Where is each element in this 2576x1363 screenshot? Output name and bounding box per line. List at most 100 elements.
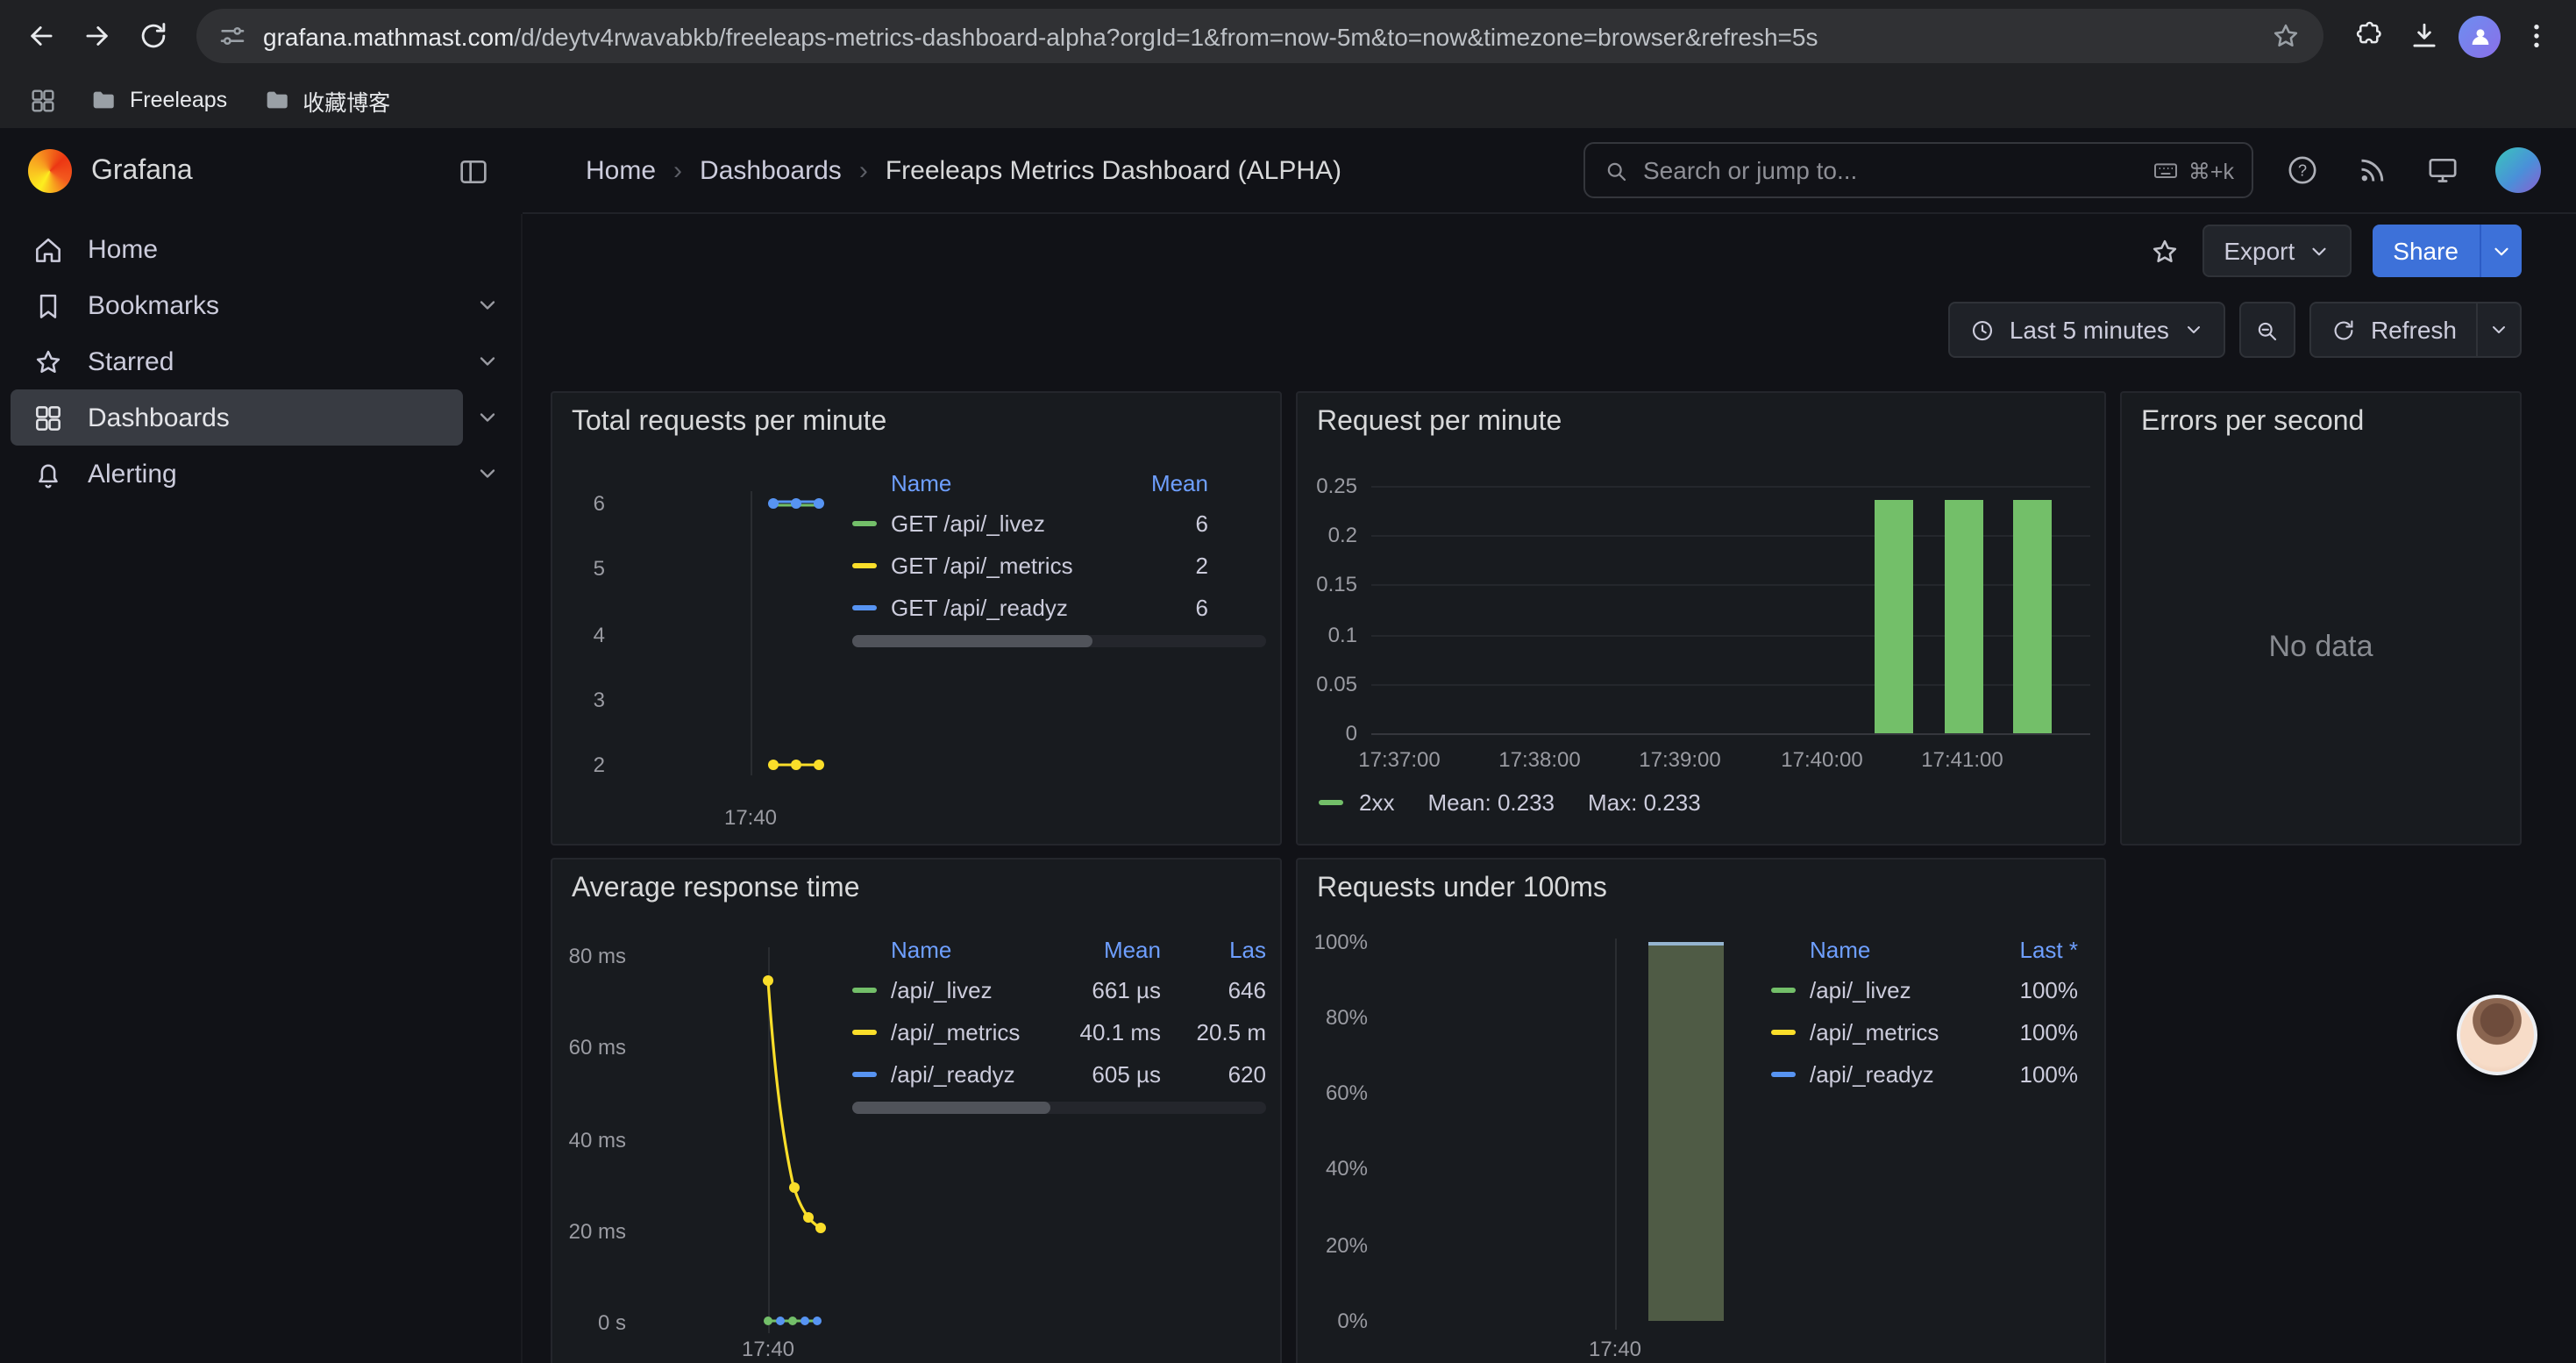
series-mean: Mean: 0.233 — [1427, 789, 1555, 816]
sidebar-row: Alerting — [0, 446, 521, 502]
chevron-down-icon[interactable] — [475, 293, 500, 318]
sidebar: Home Bookmarks Starred — [0, 214, 523, 1363]
time-range-picker[interactable]: Last 5 minutes — [1948, 302, 2225, 358]
bookmark-folder-freeleaps[interactable]: Freeleaps — [75, 79, 241, 121]
panel-request-per-minute: Request per minute 0.25 0.2 0.15 0.1 0.0… — [1296, 391, 2106, 846]
legend-row: GET /api/_metrics 2 — [852, 544, 1266, 586]
downloads-icon[interactable] — [2397, 10, 2450, 62]
panel-requests-under-100ms: Requests under 100ms 100% 80% 60% 40% 20… — [1296, 858, 2106, 1363]
y-tick: 0.15 — [1298, 572, 1357, 596]
share-button[interactable]: Share — [2372, 225, 2480, 277]
clock-icon — [1969, 317, 1996, 343]
legend: 2xx Mean: 0.233 Max: 0.233 — [1319, 789, 1701, 816]
dashboard-controls: Export Share — [551, 225, 2576, 277]
extensions-icon[interactable] — [2341, 10, 2394, 62]
sidebar-item-bookmarks[interactable]: Bookmarks — [11, 277, 463, 333]
legend-col-name[interactable]: Name — [891, 469, 1121, 496]
share-menu-button[interactable] — [2480, 225, 2522, 277]
bar-2xx[interactable] — [1945, 500, 1983, 733]
search-box[interactable]: ⌘+k — [1583, 142, 2253, 198]
series-name[interactable]: /api/_livez — [891, 976, 1056, 1003]
series-name[interactable]: /api/_metrics — [891, 1018, 1056, 1045]
y-tick: 0.1 — [1298, 623, 1357, 647]
url-text[interactable]: grafana.mathmast.com/d/deytv4rwavabkb/fr… — [263, 22, 2255, 50]
panel-title[interactable]: Requests under 100ms — [1317, 874, 1607, 905]
breadcrumb-separator — [859, 155, 868, 185]
sidebar-item-alerting[interactable]: Alerting — [11, 446, 463, 502]
back-icon[interactable] — [14, 10, 67, 62]
bookmark-folder-blogs[interactable]: 收藏博客 — [248, 79, 404, 121]
help-icon[interactable]: ? — [2285, 153, 2320, 188]
legend-col-name[interactable]: Name — [891, 936, 1056, 962]
reload-icon[interactable] — [126, 10, 179, 62]
legend-table: Name Last * /api/_livez 100% /api/_metri… — [1771, 930, 2078, 1095]
sidebar-row: Bookmarks — [0, 277, 521, 333]
user-avatar[interactable] — [2495, 147, 2541, 193]
legend-col-name[interactable]: Name — [1810, 936, 1987, 962]
breadcrumb-dashboards[interactable]: Dashboards — [700, 155, 842, 185]
gridline — [1615, 938, 1617, 1330]
assistant-avatar[interactable] — [2457, 995, 2537, 1075]
apps-grid-icon[interactable] — [28, 85, 58, 115]
zoom-out-button[interactable] — [2239, 302, 2295, 358]
x-tick: 17:37:00 — [1343, 747, 1455, 772]
series-name[interactable]: /api/_readyz — [891, 1060, 1056, 1087]
series-name[interactable]: /api/_metrics — [1810, 1018, 1987, 1045]
url-path: /d/deytv4rwavabkb/freeleaps-metrics-dash… — [514, 22, 1818, 50]
bar-2xx[interactable] — [1875, 500, 1913, 733]
series-name[interactable]: GET /api/_readyz — [891, 594, 1121, 620]
monitor-icon[interactable] — [2425, 153, 2460, 188]
site-settings-icon[interactable] — [217, 21, 247, 51]
legend-col-mean[interactable]: Mean — [1121, 469, 1208, 496]
grafana-logo[interactable] — [28, 149, 72, 193]
chevron-down-icon[interactable] — [475, 349, 500, 374]
legend-row: GET /api/_readyz 6 — [852, 586, 1266, 628]
panel-title[interactable]: Errors per second — [2141, 407, 2364, 439]
profile-avatar[interactable] — [2453, 10, 2506, 62]
url-bar[interactable]: grafana.mathmast.com/d/deytv4rwavabkb/fr… — [196, 9, 2323, 63]
bar-2xx[interactable] — [2013, 500, 2052, 733]
legend-col-last[interactable]: Last * — [1987, 936, 2078, 962]
legend-scrollbar-thumb[interactable] — [852, 1102, 1051, 1114]
chevron-down-icon[interactable] — [475, 405, 500, 430]
refresh-button[interactable]: Refresh — [2309, 302, 2476, 358]
axis-baseline — [1371, 733, 2090, 735]
sidebar-toggle-icon[interactable] — [456, 153, 491, 189]
grafana-app: Grafana Home Dashboards Freeleaps Metric… — [0, 128, 2576, 1363]
series-mean: 40.1 ms — [1056, 1018, 1161, 1045]
breadcrumb-home[interactable]: Home — [586, 155, 656, 185]
star-icon — [32, 345, 65, 378]
search-shortcut: ⌘+k — [2152, 156, 2234, 184]
sidebar-item-home[interactable]: Home — [11, 221, 463, 277]
bar-under-100ms[interactable] — [1648, 942, 1724, 1321]
refresh-interval-button[interactable] — [2476, 302, 2522, 358]
legend-row: /api/_readyz 100% — [1771, 1053, 2078, 1095]
bookmark-star-icon[interactable] — [2269, 19, 2302, 53]
x-tick: 17:39:00 — [1624, 747, 1736, 772]
panel-title[interactable]: Request per minute — [1317, 407, 1562, 439]
forward-icon[interactable] — [70, 10, 123, 62]
browser-menu-icon[interactable] — [2509, 10, 2562, 62]
search-input[interactable] — [1643, 156, 2138, 184]
series-name[interactable]: /api/_livez — [1810, 976, 1987, 1003]
sidebar-row: Home — [0, 221, 521, 277]
sidebar-row: Dashboards — [0, 389, 521, 446]
legend-scrollbar-thumb[interactable] — [852, 635, 1092, 647]
sidebar-item-dashboards[interactable]: Dashboards — [11, 389, 463, 446]
sidebar-item-starred[interactable]: Starred — [11, 333, 463, 389]
screen: grafana.mathmast.com/d/deytv4rwavabkb/fr… — [0, 0, 2576, 1363]
news-rss-icon[interactable] — [2355, 153, 2390, 188]
bell-icon — [32, 457, 65, 490]
chevron-down-icon[interactable] — [475, 461, 500, 486]
series-name[interactable]: /api/_readyz — [1810, 1060, 1987, 1087]
favorite-star-icon[interactable] — [2148, 234, 2181, 268]
export-button[interactable]: Export — [2202, 225, 2351, 277]
series-color-swatch — [852, 604, 877, 610]
series-name[interactable]: 2xx — [1359, 789, 1394, 816]
legend-col-mean[interactable]: Mean — [1056, 936, 1161, 962]
dashboards-icon — [32, 401, 65, 434]
legend-col-last[interactable]: Las — [1189, 936, 1266, 962]
panels-row-2: Average response time 80 ms 60 ms 40 ms … — [551, 858, 2576, 1363]
series-name[interactable]: GET /api/_livez — [891, 510, 1121, 536]
series-name[interactable]: GET /api/_metrics — [891, 552, 1121, 578]
